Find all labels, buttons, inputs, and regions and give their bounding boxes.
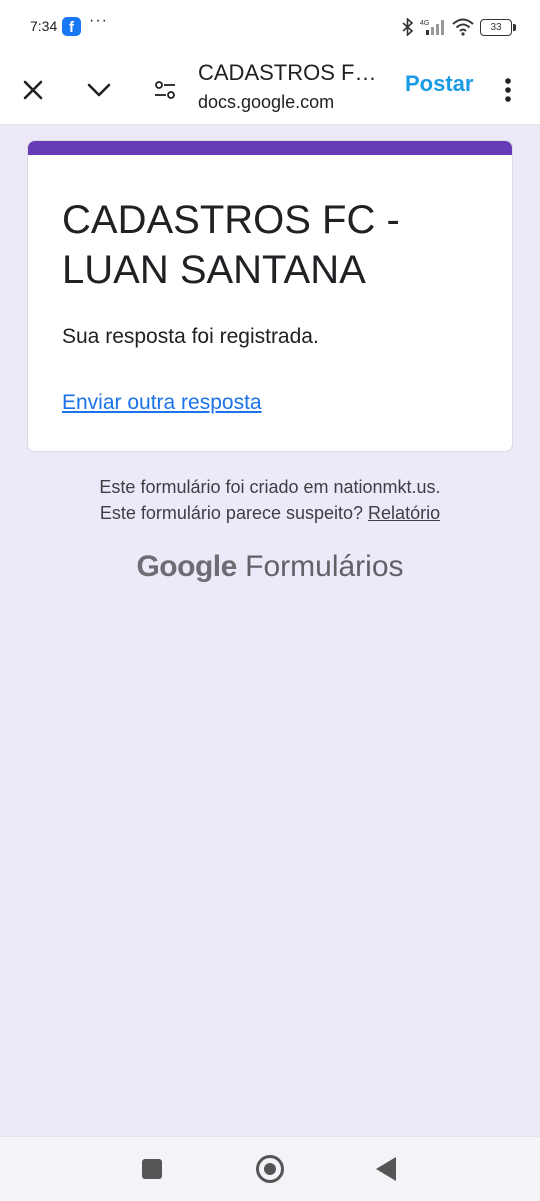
- forms-wordmark: Formulários: [245, 550, 404, 583]
- facebook-icon: f: [62, 17, 81, 36]
- chevron-down-icon: [87, 83, 111, 97]
- tune-icon: [155, 81, 175, 99]
- close-button[interactable]: [13, 70, 53, 110]
- card-accent-bar: [28, 141, 512, 155]
- system-navigation-bar: [0, 1136, 540, 1201]
- google-wordmark: Google: [136, 550, 237, 583]
- page-url[interactable]: docs.google.com: [198, 92, 334, 113]
- post-button[interactable]: Postar: [405, 70, 473, 98]
- notification-more-icon: ···: [89, 12, 108, 29]
- suspicious-text: Este formulário parece suspeito?: [99, 503, 364, 523]
- status-icons: 4G 33: [402, 16, 516, 38]
- more-vert-icon: [505, 78, 511, 102]
- page-title: CADASTROS FC - LUAN SANTANA: [198, 60, 388, 85]
- status-bar: 7:34 f ··· 4G 33: [0, 0, 540, 56]
- status-time: 7:34: [30, 18, 58, 34]
- close-icon: [23, 80, 43, 100]
- battery-icon: 33: [480, 18, 516, 36]
- suspicious-notice: Este formulário parece suspeito? Relatór…: [0, 500, 540, 526]
- form-footer: Este formulário foi criado em nationmkt.…: [0, 474, 540, 526]
- site-settings-button[interactable]: [145, 70, 185, 110]
- confirmation-message: Sua resposta foi registrada.: [62, 325, 319, 348]
- custom-tab-toolbar: CADASTROS FC - LUAN SANTANA docs.google.…: [0, 56, 540, 125]
- bluetooth-icon: [402, 18, 414, 36]
- cell-signal-icon: 4G: [420, 20, 444, 35]
- form-title: CADASTROS FC - LUAN SANTANA: [62, 198, 400, 292]
- home-circle-icon[interactable]: [256, 1155, 284, 1183]
- report-link[interactable]: Relatório: [368, 503, 440, 523]
- created-in-notice: Este formulário foi criado em nationmkt.…: [99, 477, 441, 497]
- more-options-button[interactable]: [496, 70, 520, 110]
- network-type: 4G: [420, 20, 429, 27]
- google-forms-logo[interactable]: Google Formulários: [0, 550, 540, 584]
- form-confirmation-card: CADASTROS FC - LUAN SANTANA Sua resposta…: [27, 140, 513, 452]
- wifi-icon: [452, 18, 474, 36]
- submit-another-response-link[interactable]: Enviar outra resposta: [62, 391, 262, 415]
- minimize-button[interactable]: [79, 70, 119, 110]
- back-triangle-icon[interactable]: [376, 1157, 396, 1181]
- recents-square-icon[interactable]: [142, 1159, 162, 1179]
